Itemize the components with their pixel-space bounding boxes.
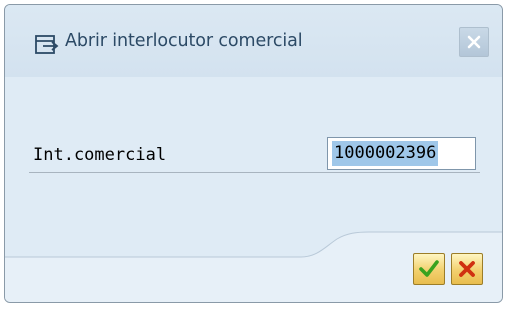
dialog-title: Abrir interlocutor comercial	[65, 31, 303, 51]
close-icon	[460, 35, 488, 60]
cancel-button[interactable]	[451, 253, 483, 285]
dialog-titlebar[interactable]: Abrir interlocutor comercial	[5, 5, 502, 77]
field-underline	[29, 172, 480, 173]
dialog-window: Abrir interlocutor comercial Int.comerci…	[4, 4, 503, 303]
int-comercial-value: 1000002396	[332, 141, 439, 166]
close-button[interactable]	[459, 27, 489, 57]
open-document-icon	[34, 34, 60, 56]
confirm-button[interactable]	[413, 253, 445, 285]
int-comercial-input[interactable]: 1000002396	[327, 137, 476, 170]
field-label-int-comercial: Int.comercial	[33, 145, 167, 165]
